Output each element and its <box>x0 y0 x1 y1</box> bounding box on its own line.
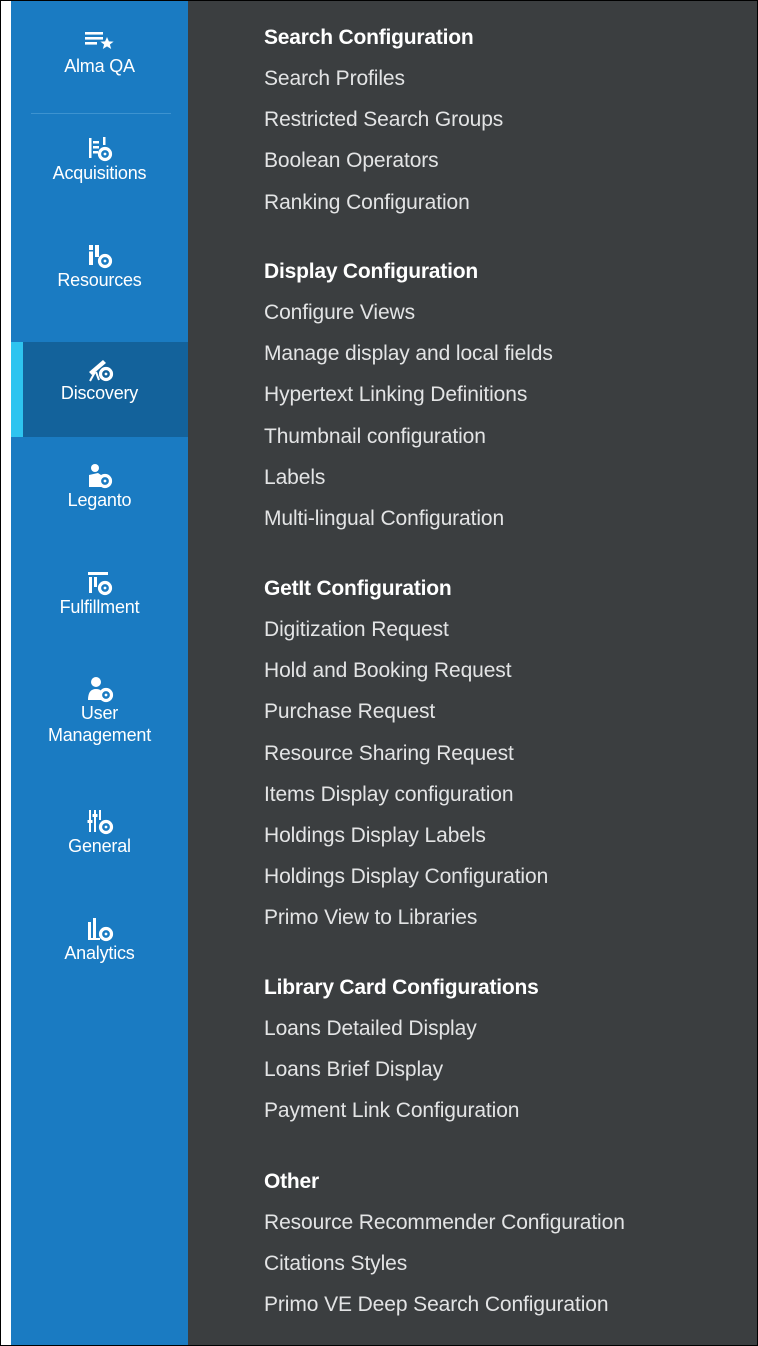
fulfillment-gear-icon <box>86 570 114 596</box>
menu-link-restricted-search-groups[interactable]: Restricted Search Groups <box>264 99 503 140</box>
sidebar-item-analytics[interactable]: Analytics <box>11 902 188 997</box>
menu-link-holdings-display-configuration[interactable]: Holdings Display Configuration <box>264 856 548 897</box>
menu-link-thumbnail-configuration[interactable]: Thumbnail configuration <box>264 416 553 457</box>
menu-link-citations-styles[interactable]: Citations Styles <box>264 1243 625 1284</box>
sidebar-item-resources[interactable]: Resources <box>11 229 188 324</box>
sidebar-item-label: User Management <box>47 703 152 745</box>
acquisitions-gear-icon <box>86 136 114 162</box>
menu-link-multilingual-configuration[interactable]: Multi-lingual Configuration <box>264 498 553 539</box>
sidebar-item-fulfillment[interactable]: Fulfillment <box>11 556 188 651</box>
discovery-menu-panel: Search Configuration Search Profiles Res… <box>188 1 756 1345</box>
menu-link-digitization-request[interactable]: Digitization Request <box>264 609 548 650</box>
menu-link-labels[interactable]: Labels <box>264 457 553 498</box>
active-indicator <box>11 342 23 437</box>
left-edge <box>1 1 11 1345</box>
main-sidebar: Alma QA Acquisitions Resources Discovery… <box>11 1 188 1345</box>
menu-link-purchase-request[interactable]: Purchase Request <box>264 691 548 732</box>
sliders-gear-icon <box>86 809 114 835</box>
menu-link-payment-link-configuration[interactable]: Payment Link Configuration <box>264 1090 539 1131</box>
sidebar-item-label: Discovery <box>60 383 139 403</box>
menu-link-configure-views[interactable]: Configure Views <box>264 292 553 333</box>
sidebar-divider <box>31 113 171 114</box>
sidebar-item-label: Fulfillment <box>59 597 140 617</box>
menu-group-display-configuration: Display Configuration Configure Views Ma… <box>264 251 553 539</box>
sidebar-item-label: Leganto <box>67 490 132 510</box>
sidebar-item-label: Analytics <box>64 943 135 963</box>
menu-link-hold-booking-request[interactable]: Hold and Booking Request <box>264 650 548 691</box>
menu-link-ranking-configuration[interactable]: Ranking Configuration <box>264 182 503 223</box>
sidebar-item-label: Acquisitions <box>52 163 147 183</box>
menu-link-boolean-operators[interactable]: Boolean Operators <box>264 140 503 181</box>
menu-group-search-configuration: Search Configuration Search Profiles Res… <box>264 17 503 223</box>
menu-link-holdings-display-labels[interactable]: Holdings Display Labels <box>264 815 548 856</box>
sidebar-item-general[interactable]: General <box>11 795 188 890</box>
telescope-gear-icon <box>85 356 115 382</box>
sidebar-item-user-management[interactable]: User Management <box>11 662 188 772</box>
resources-gear-icon <box>86 243 114 269</box>
group-heading: Library Card Configurations <box>264 976 539 999</box>
menu-group-other: Other Resource Recommender Configuration… <box>264 1161 625 1326</box>
menu-group-getit-configuration: GetIt Configuration Digitization Request… <box>264 568 548 939</box>
sidebar-item-label: Alma QA <box>64 56 135 76</box>
group-heading: Search Configuration <box>264 26 474 49</box>
menu-link-items-display-configuration[interactable]: Items Display configuration <box>264 774 548 815</box>
sidebar-item-alma-qa[interactable]: Alma QA <box>11 9 188 99</box>
group-heading: Other <box>264 1170 320 1193</box>
sidebar-item-leganto[interactable]: Leganto <box>11 449 188 544</box>
menu-link-loans-brief-display[interactable]: Loans Brief Display <box>264 1049 539 1090</box>
sidebar-item-label: General <box>68 836 131 856</box>
group-heading: Display Configuration <box>264 260 478 283</box>
chart-gear-icon <box>86 916 114 942</box>
menu-link-manage-display-local-fields[interactable]: Manage display and local fields <box>264 333 553 374</box>
menu-link-resource-sharing-request[interactable]: Resource Sharing Request <box>264 733 548 774</box>
sidebar-item-acquisitions[interactable]: Acquisitions <box>11 122 188 217</box>
menu-link-search-profiles[interactable]: Search Profiles <box>264 58 503 99</box>
menu-link-resource-recommender-configuration[interactable]: Resource Recommender Configuration <box>264 1202 625 1243</box>
sidebar-item-discovery[interactable]: Discovery <box>11 342 188 437</box>
list-star-icon <box>83 27 117 53</box>
menu-link-primo-view-to-libraries[interactable]: Primo View to Libraries <box>264 897 548 938</box>
group-heading: GetIt Configuration <box>264 577 452 600</box>
user-gear-icon <box>86 676 114 703</box>
menu-group-library-card-configurations: Library Card Configurations Loans Detail… <box>264 967 539 1132</box>
leganto-gear-icon <box>86 463 114 489</box>
menu-link-hypertext-linking[interactable]: Hypertext Linking Definitions <box>264 374 553 415</box>
sidebar-item-label: Resources <box>57 270 142 290</box>
menu-link-loans-detailed-display[interactable]: Loans Detailed Display <box>264 1008 539 1049</box>
menu-link-primo-ve-deep-search-configuration[interactable]: Primo VE Deep Search Configuration <box>264 1284 625 1325</box>
